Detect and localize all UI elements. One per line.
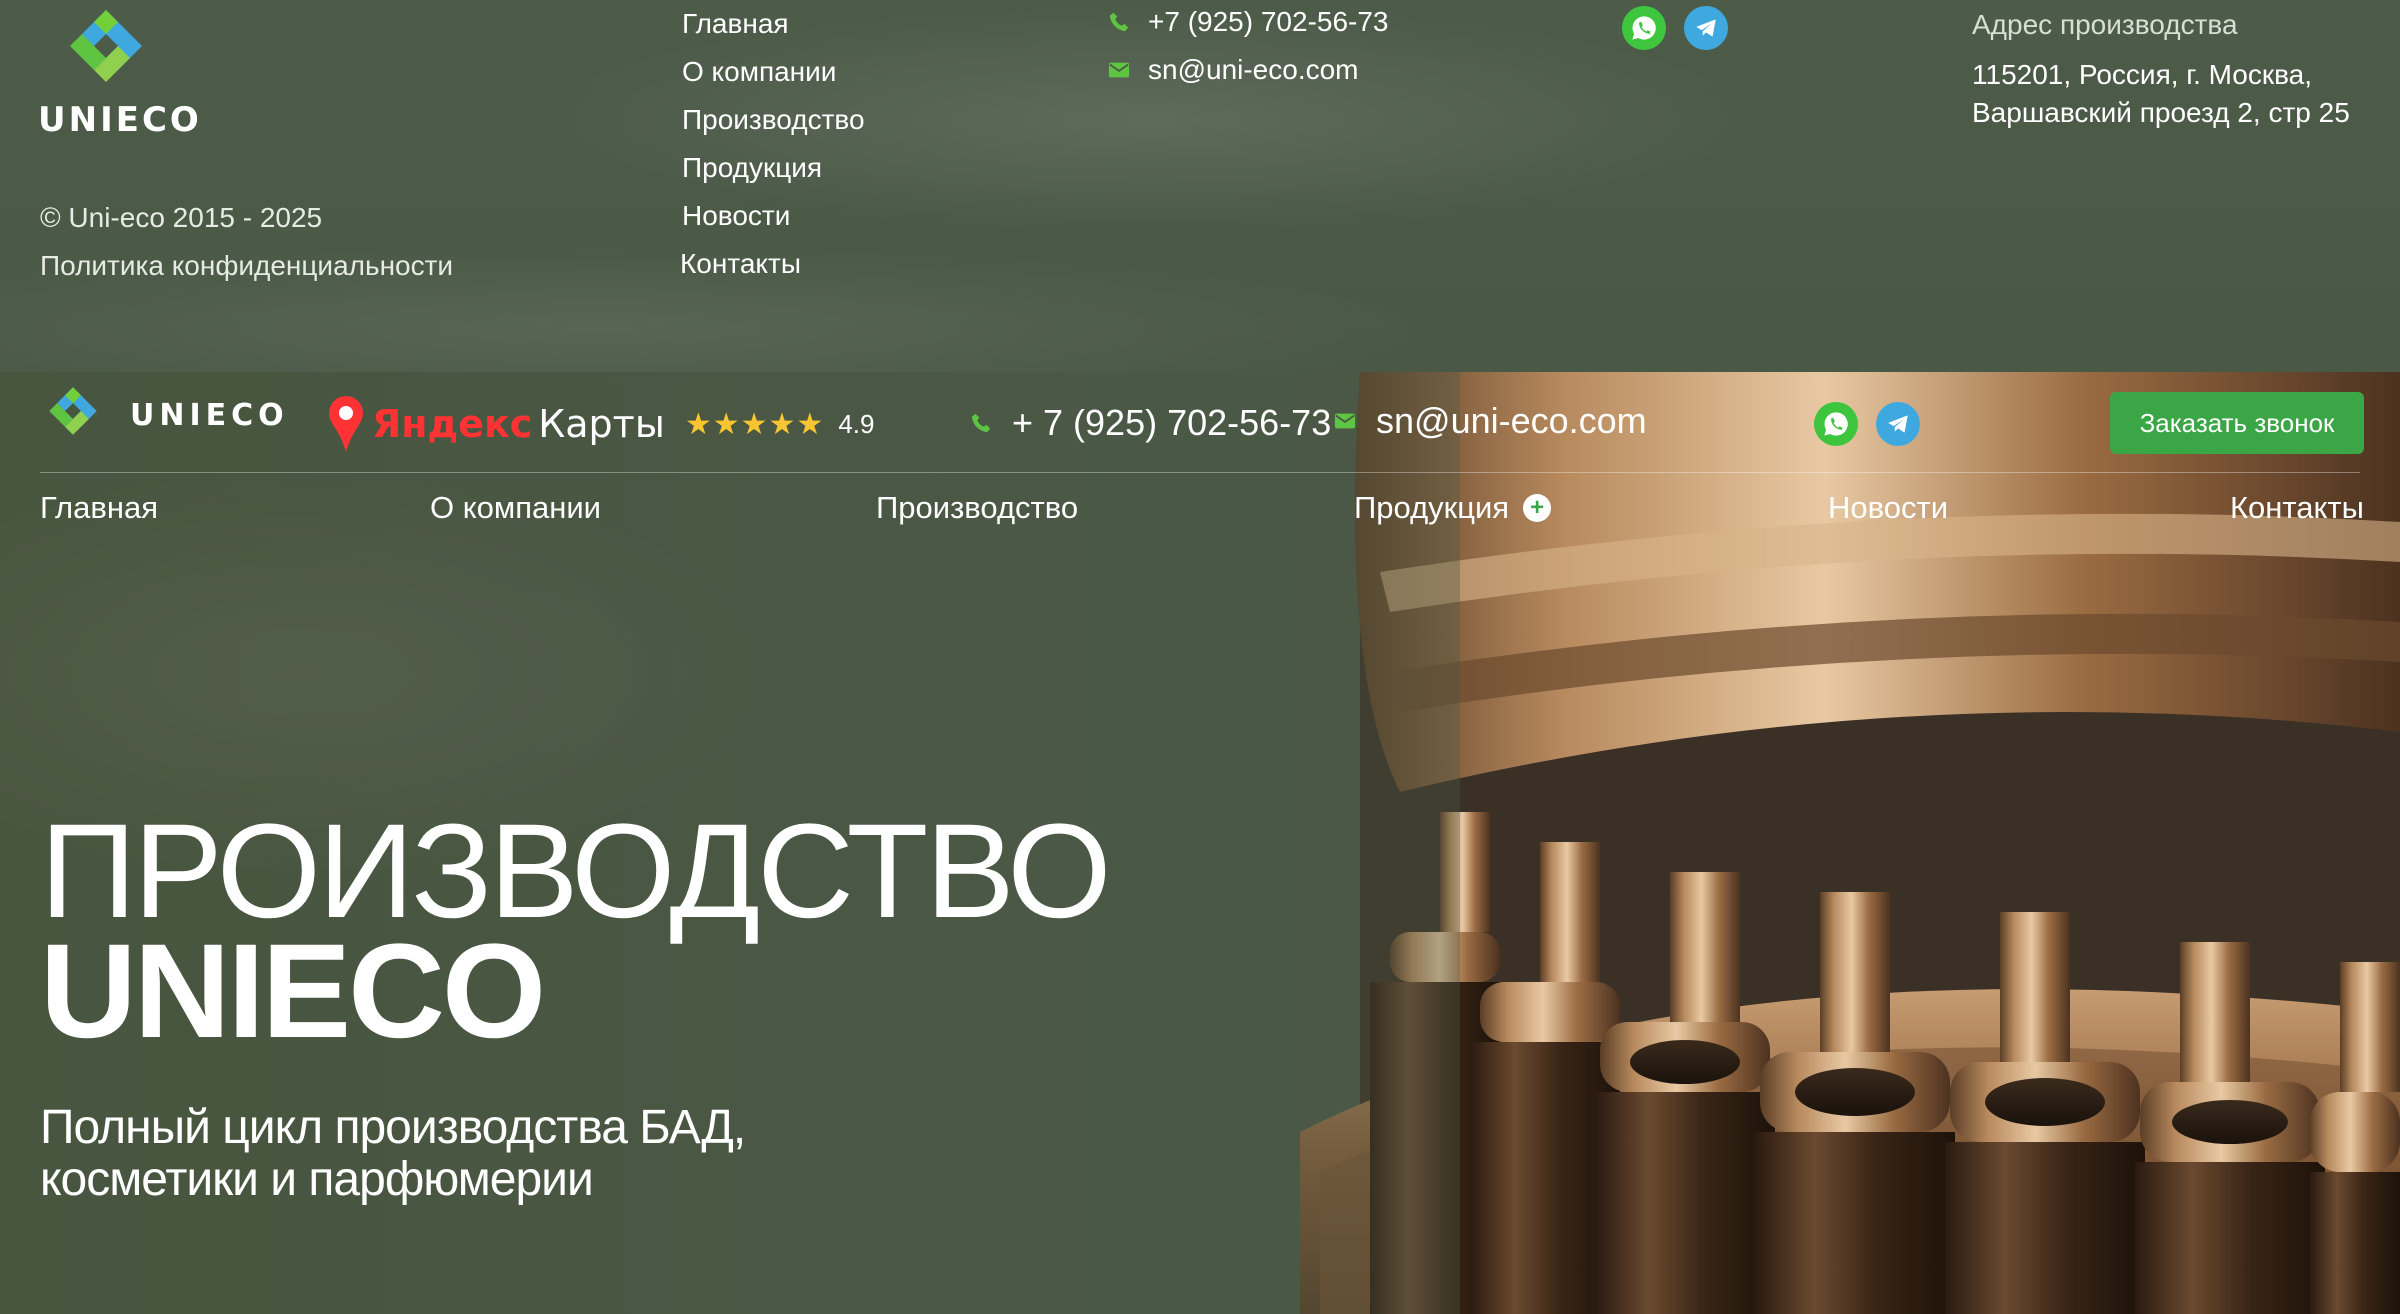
whatsapp-icon[interactable] (1622, 6, 1666, 50)
header-email-text: sn@uni-eco.com (1376, 400, 1647, 441)
hero-subtitle-line-1: Полный цикл производства БАД, (40, 1101, 746, 1154)
map-pin-icon (329, 396, 363, 452)
footer-nav-news[interactable]: Новости (682, 198, 865, 246)
nav-contacts[interactable]: Контакты (2230, 490, 2364, 526)
header-email[interactable]: sn@uni-eco.com (1334, 400, 1647, 442)
site-header: UNIECO Яндекс Карты ★★★★★ 4.9 + 7 (925) … (0, 372, 2400, 472)
address-label: Адрес производства (1972, 9, 2238, 40)
nav-about[interactable]: О компании (430, 490, 601, 526)
footer-logo-text: UNIECO (38, 100, 202, 140)
nav-contacts-label: Контакты (2230, 490, 2364, 525)
footer-section: UNIECO © Uni-eco 2015 - 2025 Политика ко… (0, 0, 2400, 372)
request-call-button[interactable]: Заказать звонок (2110, 392, 2364, 454)
header-phone[interactable]: + 7 (925) 702-56-73 (970, 402, 1331, 444)
header-social (1814, 402, 1920, 446)
telegram-icon[interactable] (1876, 402, 1920, 446)
hero-title: ПРОИЗВОДСТВО UNIECO (40, 797, 1112, 1066)
footer-phone[interactable]: +7 (925) 702-56-73 (1108, 6, 1389, 38)
maps-brand: Яндекс (372, 402, 533, 446)
privacy-policy-link[interactable]: Политика конфиденциальности (40, 250, 453, 282)
header-logo-text: UNIECO (130, 397, 289, 433)
address-line-2: Варшавский проезд 2, стр 25 (1972, 97, 2350, 128)
rating-value: 4.9 (838, 408, 875, 439)
nav-news[interactable]: Новости (1828, 490, 1948, 526)
footer-logo[interactable]: UNIECO (36, 4, 199, 140)
header-logo[interactable]: UNIECO (40, 382, 289, 448)
footer-email[interactable]: sn@uni-eco.com (1108, 54, 1359, 86)
hero-title-line-2: UNIECO (40, 917, 546, 1066)
nav-production[interactable]: Производство (876, 490, 1078, 526)
phone-icon (1109, 12, 1129, 32)
hero-section: UNIECO Яндекс Карты ★★★★★ 4.9 + 7 (925) … (0, 372, 2400, 1314)
footer-phone-text: +7 (925) 702-56-73 (1148, 6, 1389, 37)
address-line-1: 115201, Россия, г. Москва, (1972, 59, 2313, 90)
rating-stars: ★★★★★ (684, 407, 825, 441)
nav-production-label: Производство (876, 490, 1079, 525)
nav-news-label: Новости (1828, 490, 1949, 525)
footer-nav-products[interactable]: Продукция (682, 150, 865, 198)
hero-title-line-1: ПРОИЗВОДСТВО (40, 797, 1112, 946)
footer-email-text: sn@uni-eco.com (1148, 54, 1359, 85)
footer-nav-contacts[interactable]: Контакты (680, 246, 865, 294)
production-address: Адрес производства 115201, Россия, г. Мо… (1972, 6, 2350, 132)
main-nav: Главная О компании Производство Продукци… (40, 490, 2364, 540)
nav-home[interactable]: Главная (40, 490, 158, 526)
footer-nav-about[interactable]: О компании (682, 54, 865, 102)
whatsapp-icon[interactable] (1814, 402, 1858, 446)
hero-subtitle: Полный цикл производства БАД, косметики … (40, 1102, 940, 1206)
copyright-text: © Uni-eco 2015 - 2025 (40, 202, 323, 233)
telegram-icon[interactable] (1684, 6, 1728, 50)
footer-nav: Главная О компании Производство Продукци… (680, 6, 865, 294)
header-divider (40, 472, 2360, 473)
mail-icon (1334, 413, 1356, 429)
yandex-maps-rating[interactable]: Яндекс Карты ★★★★★ 4.9 (326, 394, 874, 454)
footer-nav-home[interactable]: Главная (682, 6, 865, 54)
nav-products-label: Продукция (1354, 490, 1510, 525)
plus-icon[interactable]: + (1523, 494, 1552, 522)
mail-icon (1108, 62, 1130, 78)
header-phone-text: + 7 (925) 702-56-73 (1012, 402, 1332, 443)
logo-icon (49, 387, 97, 435)
footer-nav-production[interactable]: Производство (682, 102, 865, 150)
nav-products[interactable]: Продукция + (1354, 490, 1552, 526)
maps-product: Карты (538, 402, 665, 446)
nav-home-label: Главная (40, 490, 158, 525)
nav-about-label: О компании (430, 490, 601, 525)
logo-icon (70, 10, 142, 82)
footer-social (1622, 6, 1728, 50)
hero-subtitle-line-2: косметики и парфюмерии (40, 1153, 594, 1206)
phone-icon (971, 413, 991, 433)
